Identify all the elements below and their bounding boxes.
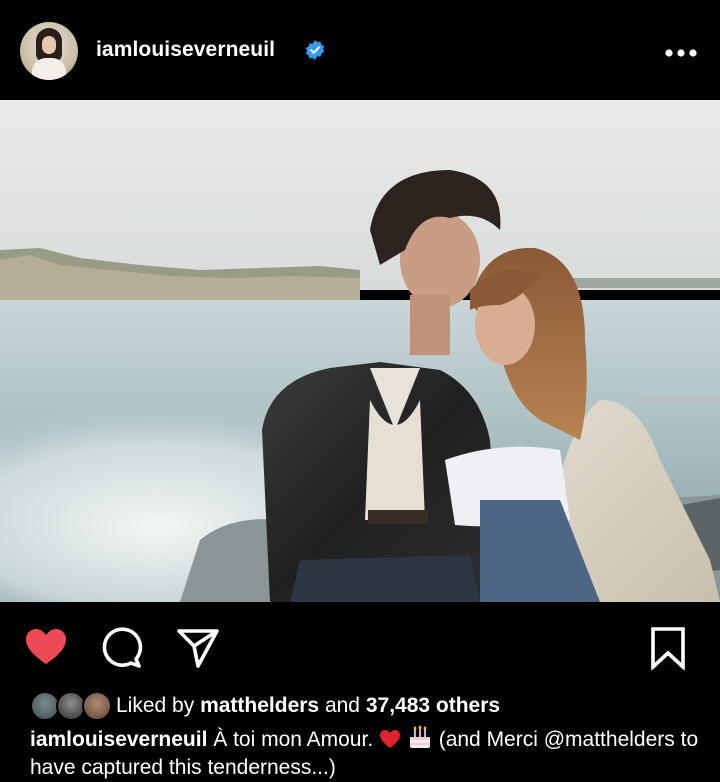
post-image bbox=[0, 100, 720, 602]
more-options-button[interactable] bbox=[664, 36, 698, 62]
liker-avatar bbox=[82, 691, 112, 721]
post-caption: iamlouiseverneuil À toi mon Amour. (and … bbox=[30, 724, 700, 782]
verified-badge-icon bbox=[305, 40, 325, 60]
likes-connector: and bbox=[324, 694, 360, 717]
red-heart-emoji-icon bbox=[380, 730, 401, 748]
caption-text-before: À toi mon Amour. bbox=[213, 728, 374, 751]
likes-others-count[interactable]: 37,483 others bbox=[366, 694, 500, 717]
post-header: iamlouiseverneuil bbox=[0, 0, 720, 100]
heart-filled-icon[interactable] bbox=[24, 626, 68, 670]
post-photo[interactable] bbox=[0, 100, 720, 602]
caption-username[interactable]: iamlouiseverneuil bbox=[30, 728, 207, 751]
liker-avatars bbox=[30, 689, 114, 723]
birthday-cake-emoji-icon bbox=[409, 725, 430, 748]
send-icon[interactable] bbox=[176, 626, 220, 670]
likes-text: Liked by matthelders and 37,483 others bbox=[116, 694, 500, 718]
post-username[interactable]: iamlouiseverneuil bbox=[96, 38, 275, 62]
likes-summary[interactable]: Liked by matthelders and 37,483 others bbox=[30, 688, 500, 724]
bookmark-icon[interactable] bbox=[646, 626, 690, 670]
first-liker-username[interactable]: matthelders bbox=[200, 694, 319, 717]
profile-avatar[interactable] bbox=[20, 22, 78, 80]
comment-icon[interactable] bbox=[100, 626, 144, 670]
more-horizontal-icon bbox=[665, 49, 697, 57]
likes-prefix: Liked by bbox=[116, 694, 195, 717]
post-actions bbox=[0, 618, 720, 674]
